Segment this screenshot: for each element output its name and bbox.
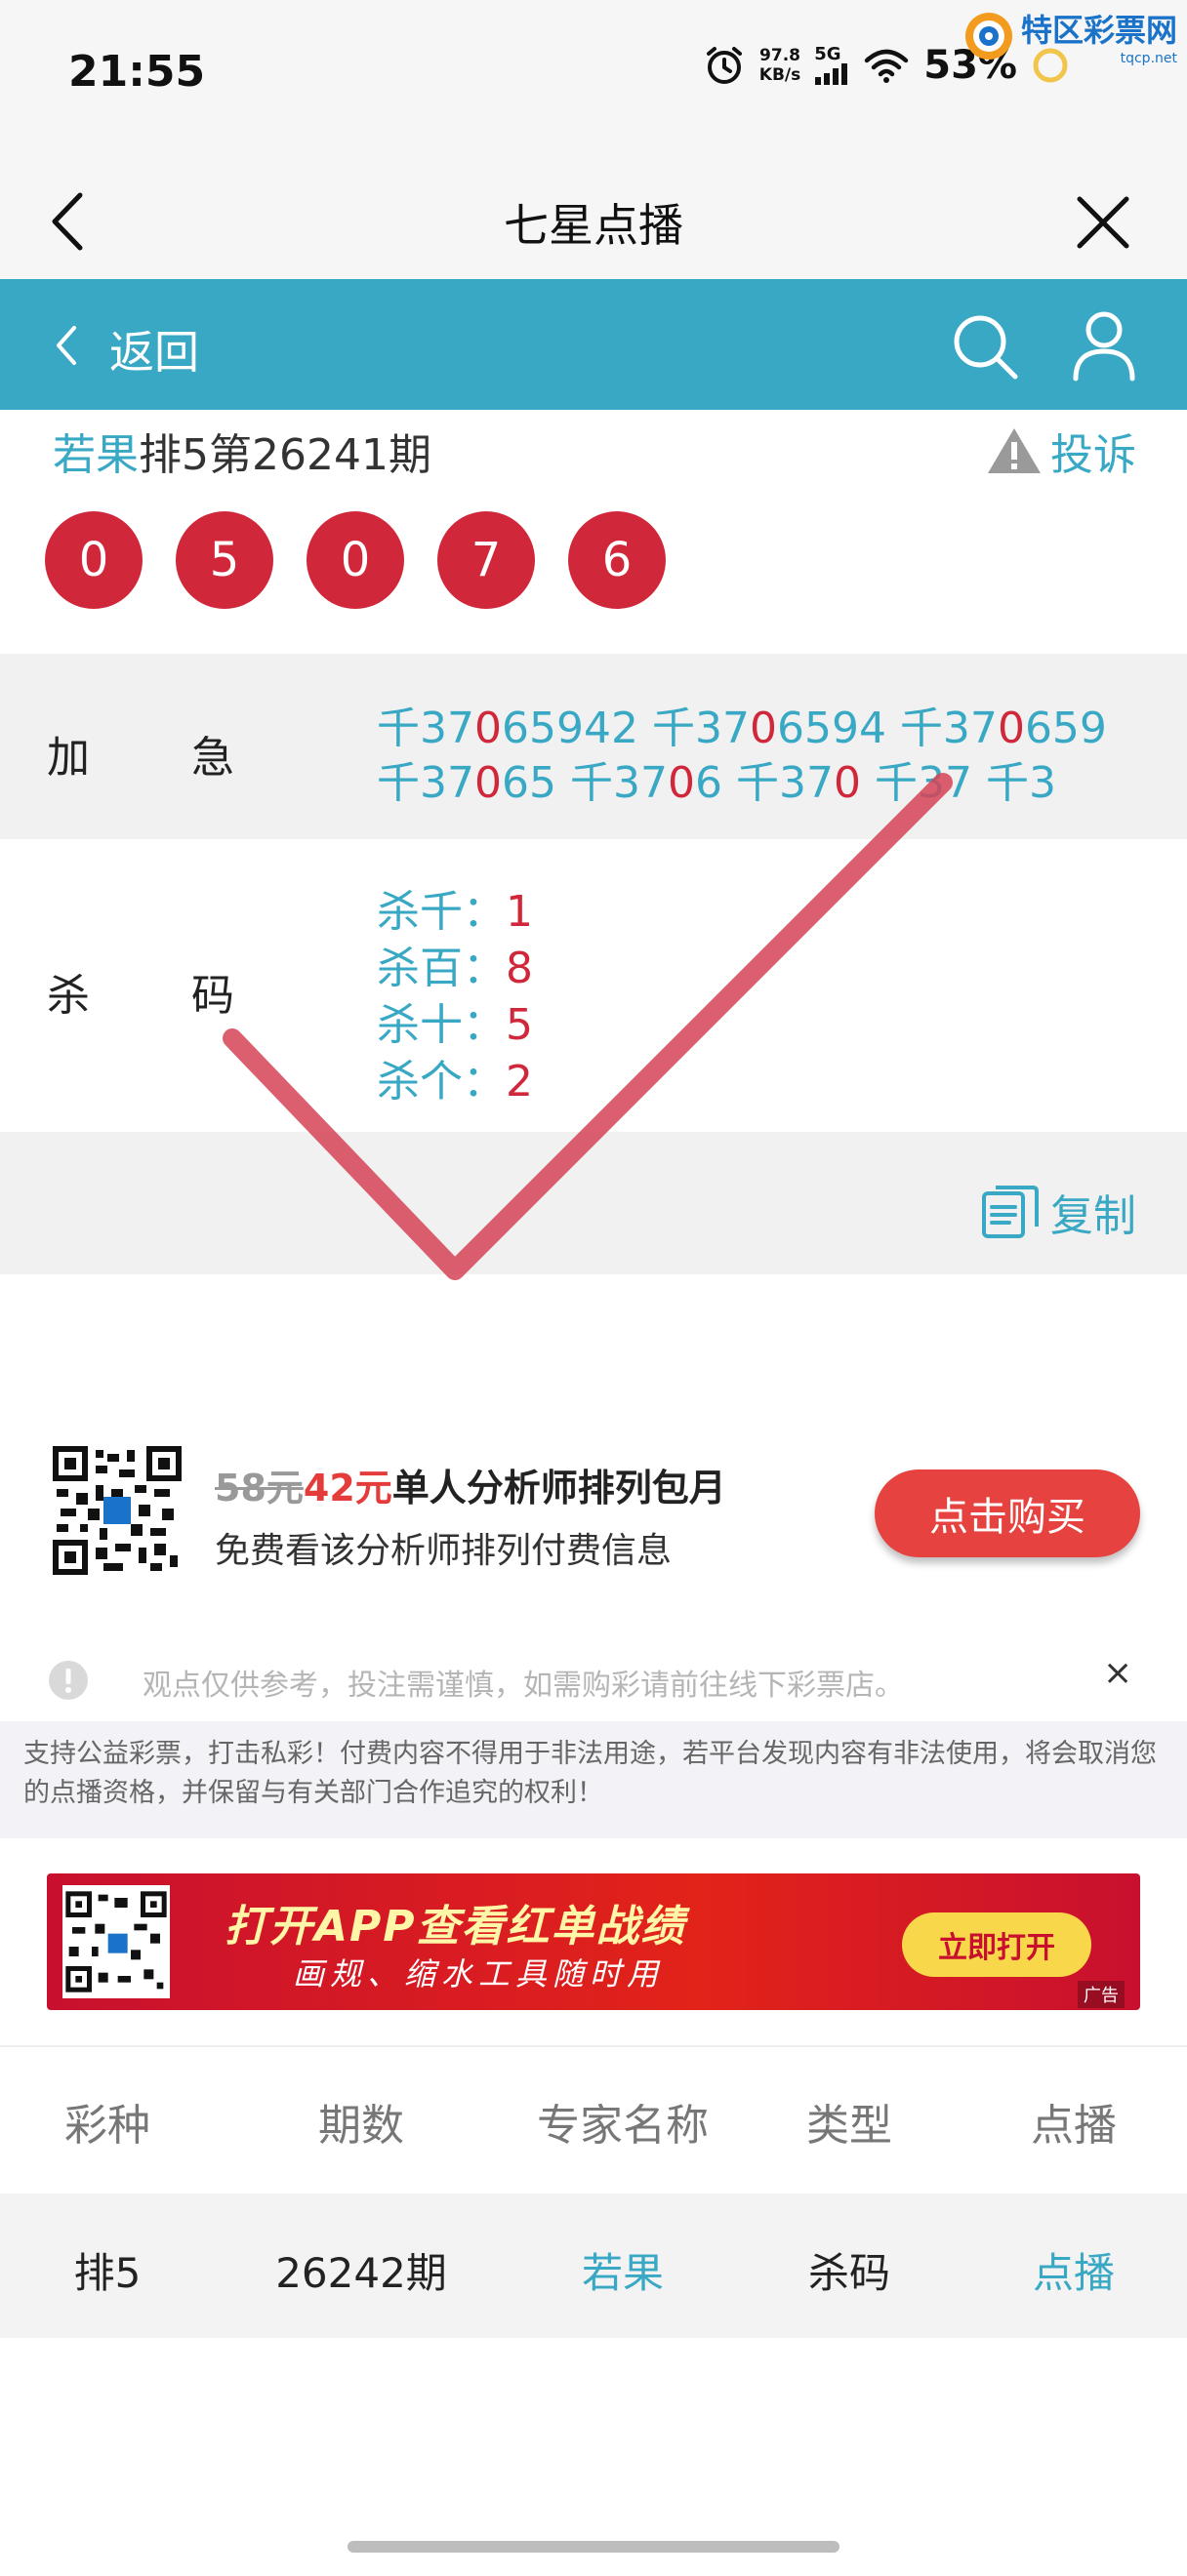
- banner-headline: 打开APP查看红单战绩: [225, 1902, 686, 1952]
- table-header-cell: 期数: [318, 2101, 404, 2151]
- result-ball: 7: [437, 511, 535, 609]
- open-app-button[interactable]: 立即打开: [902, 1912, 1091, 1977]
- kill-item: 杀百：8: [377, 944, 533, 993]
- chevron-left-icon[interactable]: [53, 324, 78, 367]
- promo-title: 58元42元单人分析师排列包月: [215, 1467, 726, 1509]
- result-ball: 5: [176, 511, 273, 609]
- jiaji-line-2: 千37065 千3706 千370 千37 千3: [377, 758, 1056, 808]
- result-ball: 0: [307, 511, 404, 609]
- jiaji-label-b: 急: [191, 733, 234, 783]
- info-icon: [49, 1661, 88, 1700]
- expert-name-link[interactable]: 若果: [53, 430, 139, 480]
- divider: [0, 2045, 1187, 2047]
- ticket-title: 若果排5第26241期: [53, 420, 431, 482]
- complain-label: 投诉: [1050, 430, 1136, 480]
- table-header-cell: 点播: [1031, 2101, 1117, 2151]
- net-speed: 97.8 KB/s: [758, 46, 801, 85]
- page-title: 七星点播: [504, 199, 683, 252]
- buy-button[interactable]: 点击购买: [875, 1469, 1140, 1557]
- table-header-cell: 类型: [806, 2101, 892, 2151]
- banner-subline: 画规、缩水工具随时用: [293, 1955, 665, 1992]
- promo-subtitle: 免费看该分析师排列付费信息: [215, 1531, 673, 1571]
- signal-icon: [815, 63, 848, 85]
- expert-link[interactable]: 若果: [506, 2240, 740, 2300]
- ad-tag: 广告: [1078, 1981, 1125, 2008]
- table-cell: 排5: [73, 2249, 142, 2297]
- jiaji-line-1: 千37065942 千3706594 千370659: [377, 704, 1107, 753]
- notice-close-icon[interactable]: ×: [1103, 1653, 1132, 1693]
- table-cell: 26242期: [275, 2249, 447, 2297]
- alarm-icon: [706, 47, 742, 84]
- copy-button[interactable]: 复制: [980, 1181, 1136, 1243]
- banner-qr-code-icon: [62, 1885, 170, 1998]
- status-time: 21:55: [68, 47, 206, 97]
- user-icon[interactable]: [1070, 308, 1138, 382]
- watermark-title: 特区彩票网: [1020, 12, 1177, 49]
- network-type: 5G: [814, 44, 841, 64]
- notice-text: 观点仅供参考，投注需谨慎，如需购彩请前往线下彩票店。: [143, 1669, 904, 1703]
- complain-button[interactable]: 投诉: [986, 420, 1136, 482]
- result-ball: 6: [568, 511, 666, 609]
- search-icon[interactable]: [949, 310, 1021, 382]
- watermark-swirl-icon: [964, 13, 1012, 60]
- kill-item: 杀个：2: [377, 1057, 533, 1107]
- ticket-issue: 排5第26241期: [139, 430, 431, 480]
- disclaimer: 支持公益彩票，打击私彩！付费内容不得用于非法用途，若平台发现内容有非法使用，将会…: [0, 1721, 1187, 1838]
- back-button[interactable]: 返回: [109, 317, 199, 382]
- watermark-url: tqcp.net: [1120, 51, 1177, 66]
- qr-code-icon[interactable]: [53, 1446, 182, 1575]
- table-header-cell: 专家名称: [537, 2101, 709, 2151]
- warning-icon: [988, 428, 1041, 473]
- table-cell: 杀码: [807, 2249, 890, 2297]
- table-header-cell: 彩种: [64, 2101, 150, 2151]
- kill-item: 杀千：1: [377, 887, 533, 937]
- jiaji-label-a: 加: [47, 733, 90, 783]
- kill-item: 杀十：5: [377, 1000, 533, 1050]
- shama-label-b: 码: [191, 971, 234, 1021]
- play-link[interactable]: 点播: [986, 2240, 1162, 2300]
- close-icon[interactable]: [1076, 195, 1130, 250]
- wifi-icon: [865, 49, 909, 83]
- promo-old-price: 58元: [215, 1467, 304, 1509]
- shama-label-a: 杀: [47, 971, 90, 1021]
- home-indicator[interactable]: [348, 2541, 839, 2553]
- copy-icon: [982, 1186, 1039, 1238]
- watermark-logo: 特区彩票网 tqcp.net: [962, 6, 1177, 66]
- result-ball: 0: [45, 511, 143, 609]
- promo-new-price: 42元: [303, 1467, 392, 1509]
- copy-label: 复制: [1050, 1191, 1136, 1241]
